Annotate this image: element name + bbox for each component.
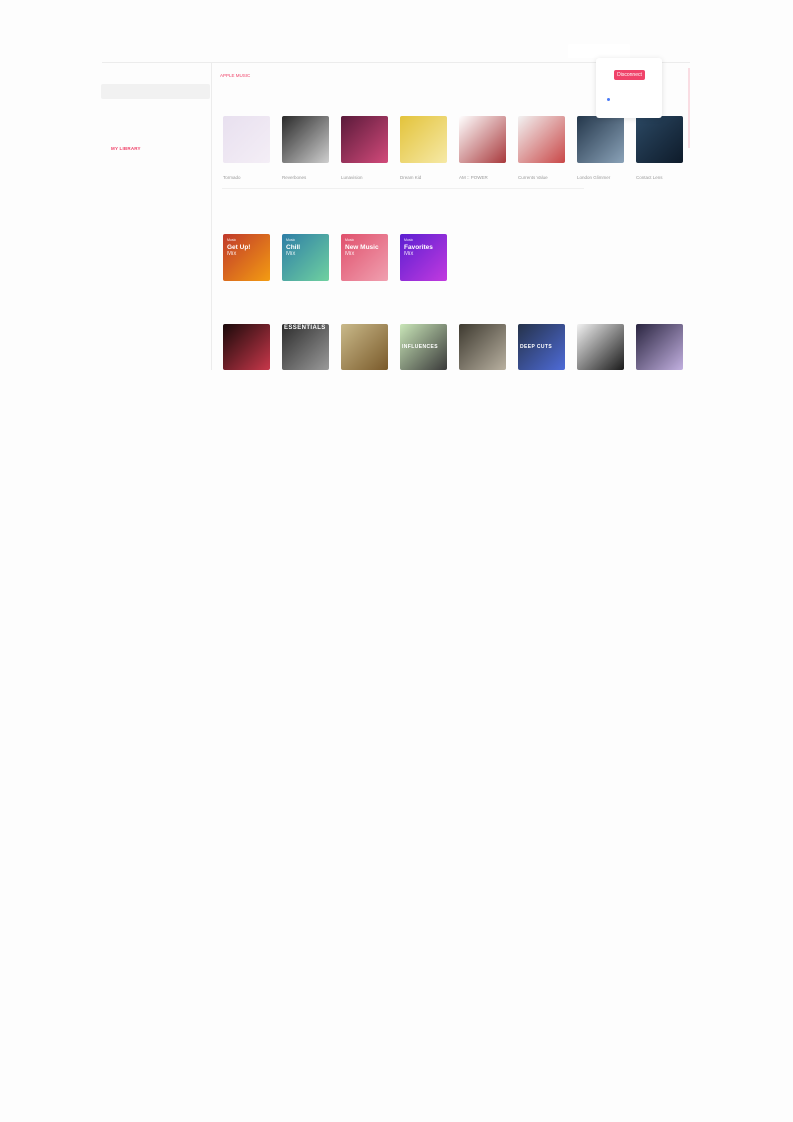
playlist-cover[interactable]: DEEP CUTS — [518, 324, 565, 370]
popup-anchor — [568, 44, 630, 58]
mix-title: Chill — [286, 244, 301, 251]
album-title[interactable]: Tormado — [223, 175, 241, 180]
mix-brand: Music — [286, 238, 296, 242]
playlist-cover[interactable] — [636, 324, 683, 370]
playlist-cover[interactable]: INFLUENCES — [400, 324, 447, 370]
mix-tile[interactable]: Music Get Up! Mix — [223, 234, 270, 281]
album-title[interactable]: Reverbones — [282, 175, 306, 180]
playlist-cover-label: DEEP CUTS — [520, 344, 553, 350]
disconnect-button[interactable]: Disconnect — [614, 70, 645, 80]
radio-option[interactable] — [607, 98, 610, 101]
album-cover[interactable] — [636, 116, 683, 163]
connection-popup: Disconnect — [596, 58, 662, 118]
mix-brand: Music — [227, 238, 237, 242]
album-title[interactable]: London Glimmer — [577, 175, 610, 180]
mix-tile[interactable]: Music New Music Mix — [341, 234, 388, 281]
sidebar-library-label[interactable]: MY LIBRARY — [111, 146, 141, 151]
album-title[interactable]: Currents Value — [518, 175, 548, 180]
album-cover[interactable] — [223, 116, 270, 163]
mix-subtitle: Mix — [404, 251, 414, 257]
sidebar — [101, 63, 212, 370]
album-cover[interactable] — [341, 116, 388, 163]
album-cover[interactable] — [400, 116, 447, 163]
section-label: APPLE MUSIC — [220, 73, 251, 78]
playlist-cover[interactable] — [341, 324, 388, 370]
album-title[interactable]: Dream Kid — [400, 175, 421, 180]
playlist-cover-label: INFLUENCES — [402, 344, 438, 350]
album-title[interactable]: Contact Lens — [636, 175, 663, 180]
album-title[interactable]: AM :: POWER — [459, 175, 488, 180]
mix-title: New Music — [345, 244, 379, 251]
album-cover[interactable] — [282, 116, 329, 163]
playlist-cover[interactable] — [459, 324, 506, 370]
album-title[interactable]: Lunavision — [341, 175, 363, 180]
album-cover[interactable] — [518, 116, 565, 163]
playlist-cover[interactable]: ESSENTIALS — [282, 324, 329, 370]
scroll-edge — [688, 68, 690, 148]
playlist-cover[interactable] — [577, 324, 624, 370]
album-cover[interactable] — [459, 116, 506, 163]
album-cover[interactable] — [577, 116, 624, 163]
mix-tile[interactable]: Music Chill Mix — [282, 234, 329, 281]
mix-subtitle: Mix — [227, 251, 237, 257]
mix-tile[interactable]: Music Favorites Mix — [400, 234, 447, 281]
playlist-cover[interactable] — [223, 324, 270, 370]
mix-subtitle: Mix — [345, 251, 355, 257]
mix-title: Favorites — [404, 244, 433, 251]
mix-brand: Music — [345, 238, 355, 242]
row-divider — [222, 188, 584, 189]
mix-subtitle: Mix — [286, 251, 296, 257]
mix-brand: Music — [404, 238, 414, 242]
playlist-cover-label: ESSENTIALS — [284, 325, 326, 331]
mix-title: Get Up! — [227, 244, 251, 251]
search-input[interactable] — [101, 84, 210, 99]
